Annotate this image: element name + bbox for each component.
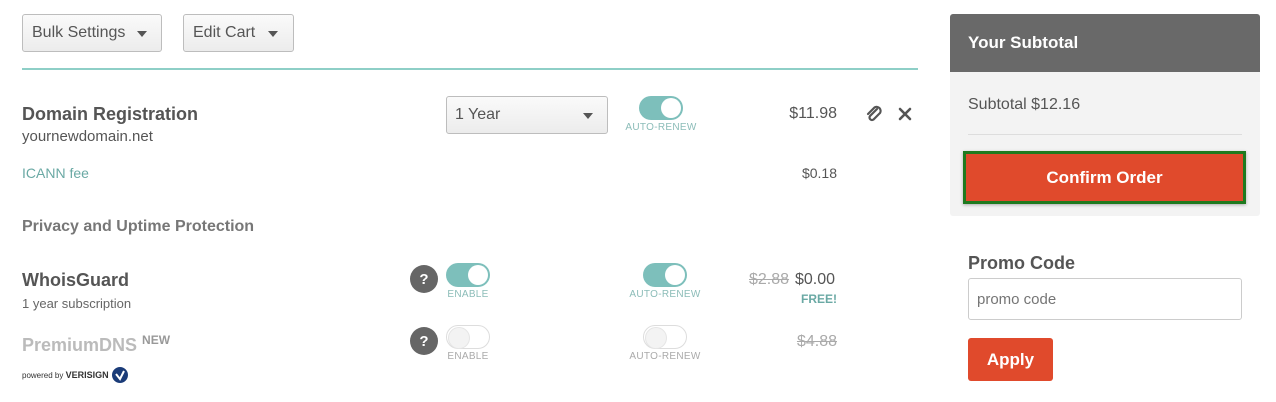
- privacy-section-title: Privacy and Uptime Protection: [22, 218, 255, 235]
- premiumdns-auto-renew-toggle[interactable]: [643, 325, 687, 349]
- cart-divider: [22, 68, 918, 70]
- whoisguard-free-label: FREE!: [801, 292, 837, 306]
- premiumdns-name: PremiumDNS: [22, 335, 138, 355]
- premiumdns-price: $4.88: [796, 333, 837, 350]
- promo-code-input[interactable]: [968, 278, 1242, 320]
- powered-by-verisign: powered by VERISIGN: [22, 366, 129, 384]
- premiumdns-new-badge: NEW: [142, 333, 171, 347]
- apply-button[interactable]: Apply: [968, 338, 1053, 381]
- domain-name: yournewdomain.net: [22, 128, 153, 145]
- domain-price: $11.98: [789, 105, 837, 122]
- whoisguard-auto-renew-toggle[interactable]: [643, 263, 687, 287]
- whoisguard-price: $0.00: [795, 271, 836, 288]
- whoisguard-enable-toggle[interactable]: [446, 263, 490, 287]
- domain-registration-title: Domain Registration: [22, 104, 199, 124]
- chevron-down-icon: [268, 31, 278, 37]
- icann-fee-price: $0.18: [801, 165, 837, 181]
- premiumdns-title: PremiumDNS NEW: [22, 333, 170, 356]
- whoisguard-subtitle: 1 year subscription: [22, 296, 132, 311]
- whoisguard-auto-renew-label: AUTO-RENEW: [629, 289, 701, 300]
- subtotal-text: Subtotal $12.16: [968, 96, 1081, 113]
- term-select[interactable]: 1 Year: [446, 96, 608, 134]
- premiumdns-auto-renew-label: AUTO-RENEW: [629, 351, 701, 362]
- edit-cart-dropdown[interactable]: Edit Cart: [183, 14, 294, 52]
- domain-auto-renew-label: AUTO-RENEW: [625, 122, 697, 133]
- promo-code-title: Promo Code: [968, 253, 1076, 273]
- verisign-check-icon: [111, 367, 128, 383]
- whoisguard-old-price: $2.88: [749, 271, 790, 288]
- confirm-order-button[interactable]: Confirm Order: [966, 154, 1243, 201]
- powered-by-text: powered by: [22, 370, 64, 380]
- subtotal-header: Your Subtotal: [950, 14, 1260, 72]
- premiumdns-enable-label: ENABLE: [447, 351, 489, 362]
- verisign-logo: VERISIGN: [65, 370, 109, 380]
- chevron-down-icon: [583, 113, 593, 119]
- term-value: 1 Year: [455, 106, 501, 123]
- icann-fee-label: ICANN fee: [22, 165, 89, 181]
- whoisguard-enable-label: ENABLE: [447, 289, 489, 300]
- domain-auto-renew-toggle[interactable]: [639, 96, 683, 120]
- subtotal-divider: [968, 134, 1242, 135]
- bulk-settings-label: Bulk Settings: [32, 24, 126, 41]
- close-icon[interactable]: [897, 106, 913, 122]
- chevron-down-icon: [137, 31, 147, 37]
- premiumdns-enable-toggle[interactable]: [446, 325, 490, 349]
- bulk-settings-dropdown[interactable]: Bulk Settings: [22, 14, 162, 52]
- paperclip-icon[interactable]: [864, 104, 884, 124]
- edit-cart-label: Edit Cart: [193, 24, 256, 41]
- whoisguard-title: WhoisGuard: [22, 270, 129, 290]
